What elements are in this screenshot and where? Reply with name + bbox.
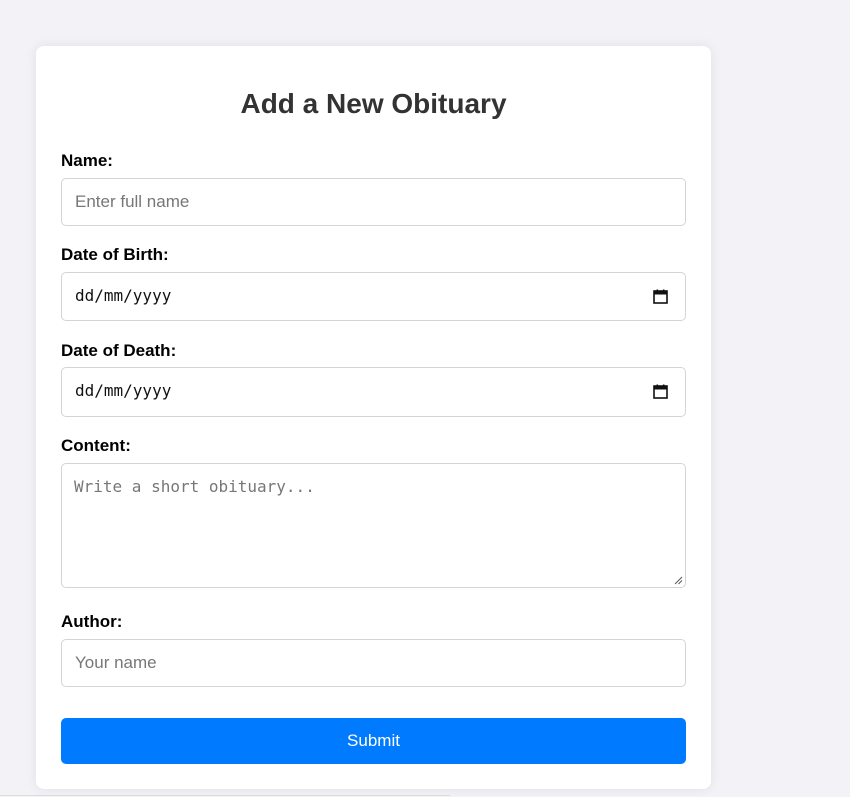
- resize-handle-icon[interactable]: [673, 575, 683, 585]
- author-input[interactable]: Your name: [61, 639, 686, 687]
- author-label: Author:: [61, 612, 123, 631]
- date-of-death-input[interactable]: dd/mm/yyyy: [61, 367, 686, 417]
- calendar-icon[interactable]: [653, 384, 668, 399]
- submit-button[interactable]: Submit: [61, 718, 686, 764]
- page-title: Add a New Obituary: [240, 88, 507, 119]
- name-label: Name:: [61, 151, 113, 170]
- name-placeholder: Enter full name: [75, 192, 190, 211]
- dob-placeholder: dd/mm/yyyy: [75, 286, 172, 305]
- content-label: Content:: [61, 436, 131, 455]
- content-textarea[interactable]: Write a short obituary...: [61, 463, 686, 588]
- divider: [0, 795, 450, 796]
- dod-label: Date of Death:: [61, 341, 177, 360]
- dob-label: Date of Birth:: [61, 245, 169, 264]
- author-placeholder: Your name: [75, 653, 157, 672]
- obituary-form-card: Add a New Obituary Name: Enter full name…: [36, 46, 711, 789]
- dod-placeholder: dd/mm/yyyy: [75, 381, 172, 400]
- content-placeholder: Write a short obituary...: [74, 477, 315, 496]
- name-input[interactable]: Enter full name: [61, 178, 686, 226]
- date-of-birth-input[interactable]: dd/mm/yyyy: [61, 272, 686, 321]
- calendar-icon[interactable]: [653, 289, 668, 304]
